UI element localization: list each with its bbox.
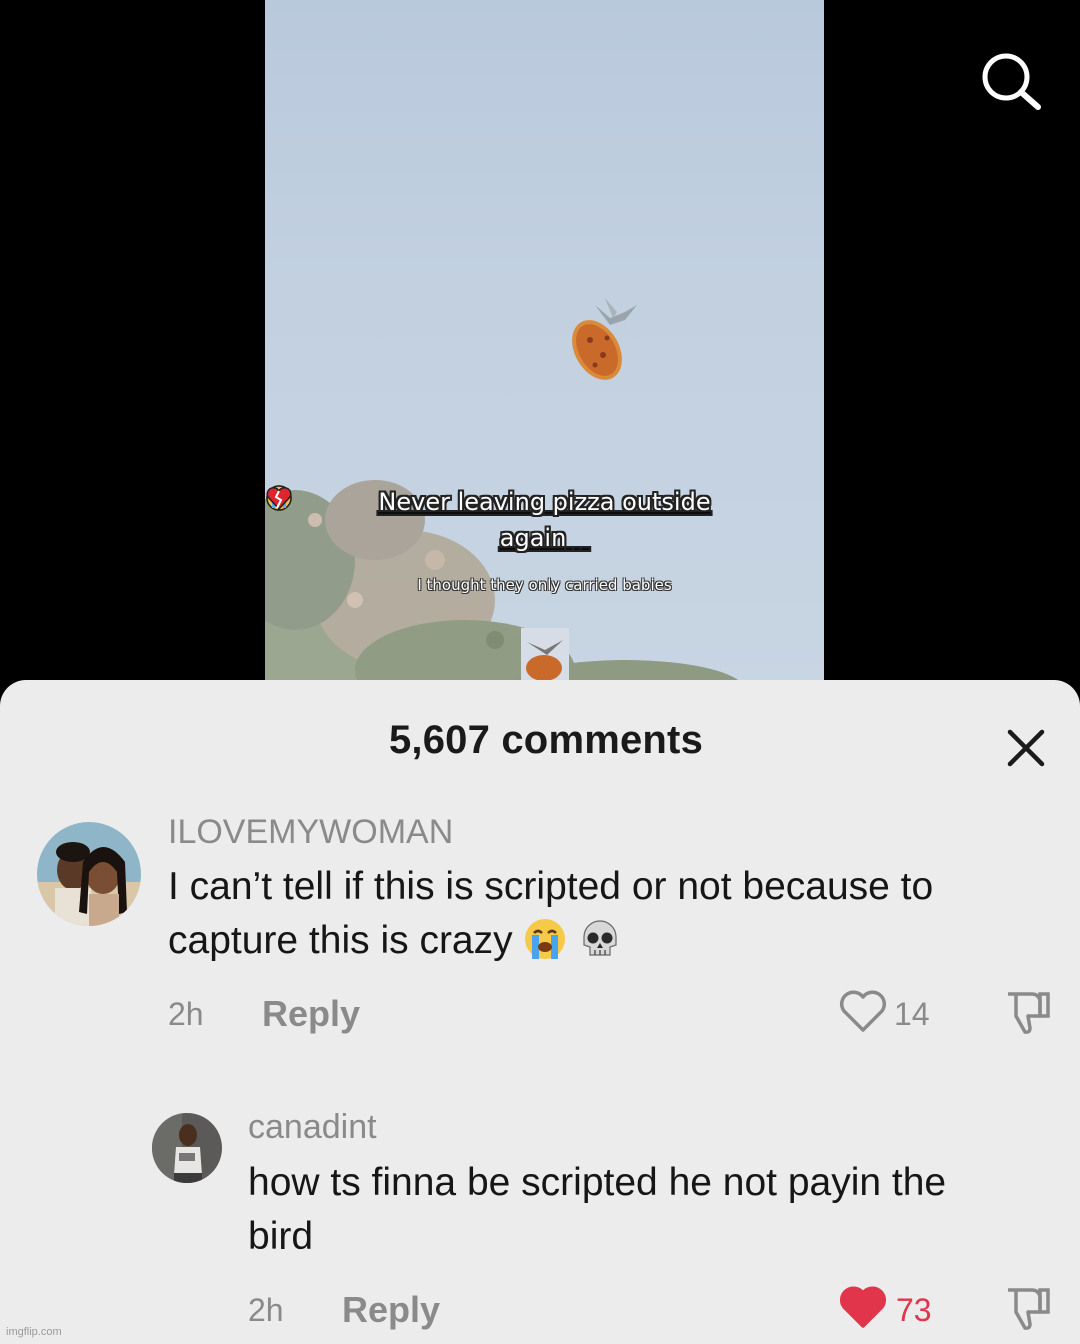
like-count: 14 (894, 996, 930, 1032)
close-button[interactable] (1004, 726, 1048, 770)
loudly-crying-face-icon (523, 917, 567, 976)
video-player[interactable]: Never leaving pizza outside again I thou… (0, 0, 1080, 700)
like-count: 73 (896, 1292, 932, 1328)
dislike-button[interactable] (1002, 1284, 1054, 1332)
comments-count-title: 5,607 comments (388, 718, 704, 762)
comment-time: 2h (168, 996, 204, 1032)
skull-icon (578, 917, 622, 976)
like-button[interactable] (838, 1284, 888, 1330)
comment-username[interactable]: canadint (248, 1108, 377, 1147)
search-button[interactable] (976, 50, 1046, 112)
thumbs-down-icon (1008, 992, 1050, 1034)
heart-icon (839, 990, 887, 1032)
comment-text-line-1: how ts finna be scripted he not payin th… (248, 1161, 947, 1204)
video-caption: Never leaving pizza outside again (265, 484, 824, 556)
avatar[interactable] (152, 1113, 222, 1183)
video-frame[interactable]: Never leaving pizza outside again I thou… (265, 0, 824, 700)
comment-text-line-2: capture this is crazy (168, 914, 933, 976)
comment-text-line-1: I can’t tell if this is scripted or not … (168, 865, 934, 908)
search-icon (982, 53, 1041, 110)
heart-icon (839, 1286, 887, 1328)
comments-sheet: 5,607 comments ILOVEMYWOMAN I can’t tell… (0, 680, 1080, 1344)
dislike-button[interactable] (1002, 988, 1054, 1036)
comment-time: 2h (248, 1292, 284, 1328)
caption-line-1: Never leaving pizza outside (378, 488, 711, 516)
comment-text-line-2: bird (248, 1215, 314, 1258)
comment-username[interactable]: ILOVEMYWOMAN (168, 813, 453, 852)
reply-button[interactable]: Reply (342, 1289, 440, 1331)
video-scene (265, 298, 745, 700)
avatar[interactable] (37, 822, 141, 926)
video-sub-caption: I thought they only carried babies (417, 576, 672, 594)
close-icon (1007, 729, 1045, 767)
pizza-slice (572, 320, 622, 380)
thumbs-down-icon (1008, 1288, 1050, 1330)
seagull (595, 298, 637, 325)
watermark: imgflip.com (6, 1326, 62, 1338)
comment-text: I can’t tell if this is scripted or not … (168, 860, 933, 976)
caption-line-2: again (265, 485, 824, 556)
mini-clip (521, 628, 569, 688)
reply-button[interactable]: Reply (262, 993, 360, 1035)
comment-text: how ts finna be scripted he not payin th… (248, 1156, 946, 1264)
like-button[interactable] (838, 988, 888, 1034)
